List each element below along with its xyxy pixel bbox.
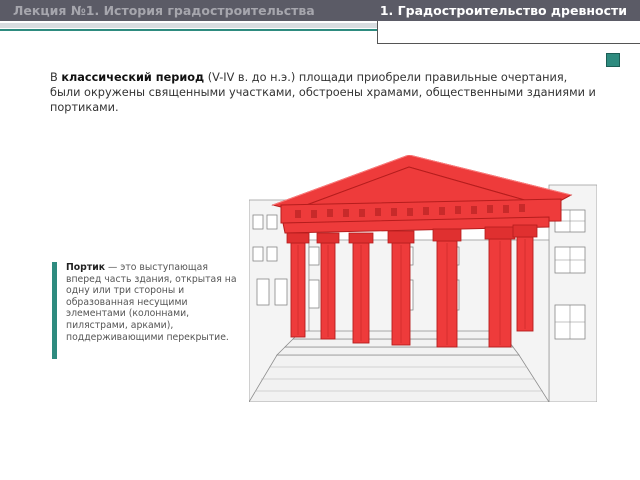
corner-frame (377, 21, 640, 44)
definition-accent-bar (52, 262, 57, 359)
definition-term: Портик (66, 262, 106, 273)
portico-illustration (249, 155, 597, 402)
intro-paragraph: В классический период (V-IV в. до н.э.) … (50, 70, 600, 115)
pediment (271, 155, 573, 234)
intro-term: классический период (61, 71, 205, 84)
intro-lead: В (50, 71, 62, 84)
header-bar: Лекция №1. История градостроительства 1.… (0, 0, 640, 21)
section-title: 1. Градостроительство древности (379, 3, 627, 18)
lecture-title: Лекция №1. История градостроительства (13, 3, 315, 18)
definition-text: — это выступающая вперед часть здания, о… (66, 262, 237, 343)
corner-square-icon (606, 53, 620, 67)
definition-paragraph: Портик — это выступающая вперед часть зд… (66, 262, 238, 343)
